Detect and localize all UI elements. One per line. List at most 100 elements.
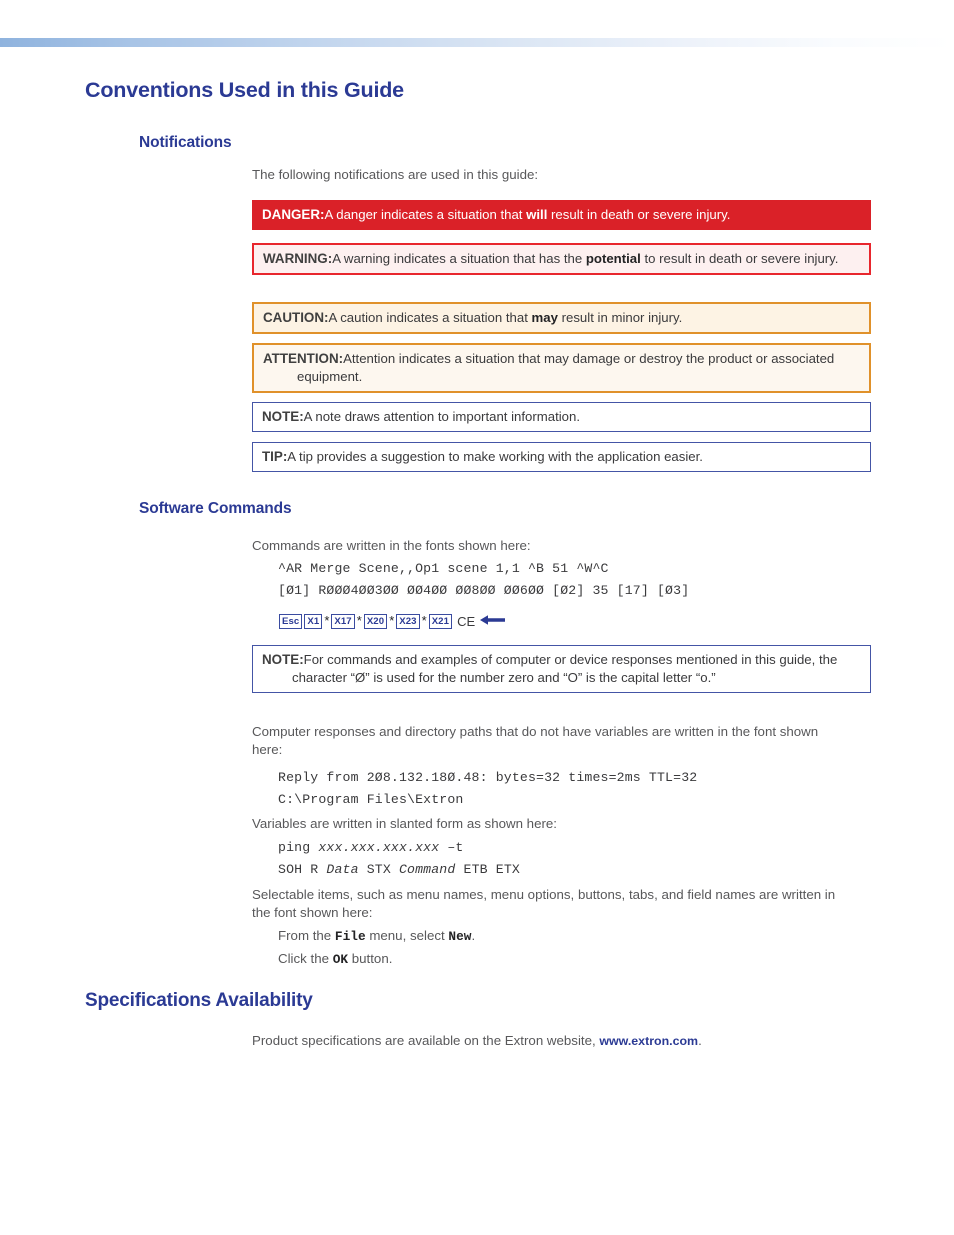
- keycap-x1: X1: [304, 614, 323, 629]
- selectable-items-intro: Selectable items, such as menu names, me…: [252, 886, 856, 921]
- specifications-body-line: Product specifications are available on …: [252, 1032, 702, 1051]
- keycap-x23: X23: [396, 614, 420, 629]
- command-example-1: ^AR Merge Scene,,Op1 scene 1,1 ^B 51 ^W^…: [278, 559, 609, 579]
- variable-example-2-b: STX: [358, 862, 399, 877]
- notice-tip-label: TIP:: [262, 449, 288, 464]
- response-example-1: Reply from 2Ø8.132.18Ø.48: bytes=32 time…: [278, 768, 697, 788]
- variable-example-1-pre: ping: [278, 840, 319, 855]
- command-example-2-text: [Ø1] RØØØ4ØØ3ØØ ØØ4ØØ ØØ8ØØ ØØ6ØØ [Ø2] 3…: [278, 583, 690, 598]
- notice-note-commands-line: NOTE:For commands and examples of comput…: [262, 651, 861, 687]
- notice-tip-text: A tip provides a suggestion to make work…: [287, 449, 703, 464]
- selectable-example-1-item: New: [448, 929, 472, 944]
- selectable-example-2: Click the OK button.: [278, 950, 392, 969]
- notice-caution-text-before: A caution indicates a situation that: [328, 310, 532, 325]
- notifications-intro: The following notifications are used in …: [252, 166, 538, 184]
- extron-website-link[interactable]: www.extron.com: [599, 1034, 698, 1048]
- selectable-items-intro-text: Selectable items, such as menu names, me…: [252, 887, 836, 920]
- separator-asterisk-4: *: [421, 613, 427, 628]
- notice-note-commands-box: NOTE:For commands and examples of comput…: [252, 645, 871, 693]
- notice-note: NOTE:A note draws attention to important…: [252, 402, 871, 432]
- notice-tip: TIP:A tip provides a suggestion to make …: [252, 442, 871, 472]
- selectable-example-2-line: Click the OK button.: [278, 950, 392, 969]
- notice-warning: WARNING:A warning indicates a situation …: [252, 243, 871, 275]
- notice-note-commands-label: NOTE:: [262, 652, 304, 667]
- keycap-sequence-row: Esc X1 * X17 * X20 * X23 * X21 CE: [278, 613, 506, 629]
- notice-tip-line: TIP:A tip provides a suggestion to make …: [262, 448, 861, 466]
- notice-warning-text-after: to result in death or severe injury.: [640, 251, 839, 266]
- selectable-example-2-a: Click the: [278, 951, 333, 966]
- notice-note-label: NOTE:: [262, 409, 304, 424]
- variable-example-2-c: ETB ETX: [455, 862, 520, 877]
- variable-example-2: SOH R Data STX Command ETB ETX: [278, 860, 520, 880]
- notice-danger-label: DANGER:: [262, 207, 325, 222]
- keycap-trailing-label: CE: [457, 614, 476, 629]
- variable-example-2-a: SOH R: [278, 862, 327, 877]
- response-example-1-text: Reply from 2Ø8.132.18Ø.48: bytes=32 time…: [278, 770, 698, 785]
- variable-example-1: ping xxx.xxx.xxx.xxx –t: [278, 838, 464, 858]
- notice-note-commands: NOTE:For commands and examples of comput…: [252, 645, 871, 693]
- software-commands-intro: Commands are written in the fonts shown …: [252, 537, 531, 555]
- notice-warning-emphasis: potential: [585, 251, 641, 266]
- selectable-example-1-menu: File: [334, 929, 366, 944]
- responses-intro: Computer responses and directory paths t…: [252, 723, 852, 758]
- notice-warning-text-before: A warning indicates a situation that has…: [332, 251, 586, 266]
- separator-asterisk-1: *: [324, 613, 330, 628]
- variable-example-1-post: –t: [439, 840, 464, 855]
- notice-danger-line: DANGER:A danger indicates a situation th…: [262, 206, 861, 224]
- response-example-2: C:\Program Files\Extron: [278, 790, 463, 810]
- notice-danger: DANGER:A danger indicates a situation th…: [252, 200, 871, 230]
- notice-caution-line: CAUTION:A caution indicates a situation …: [263, 309, 860, 327]
- notice-caution-box: CAUTION:A caution indicates a situation …: [252, 302, 871, 334]
- notice-attention-box: ATTENTION:Attention indicates a situatio…: [252, 343, 871, 393]
- selectable-example-1-b: menu, select: [365, 928, 449, 943]
- notice-warning-label: WARNING:: [263, 251, 333, 266]
- specifications-section-heading: Specifications Availability: [85, 990, 313, 1012]
- notice-caution-emphasis: may: [531, 310, 558, 325]
- keycap-sequence: Esc X1 * X17 * X20 * X23 * X21 CE: [278, 613, 506, 629]
- notice-attention: ATTENTION:Attention indicates a situatio…: [252, 343, 871, 393]
- selectable-example-1-a: From the: [278, 928, 335, 943]
- variable-example-1-line: ping xxx.xxx.xxx.xxx –t: [278, 838, 464, 858]
- notice-caution-label: CAUTION:: [263, 310, 329, 325]
- notice-note-text: A note draws attention to important info…: [303, 409, 581, 424]
- notice-danger-emphasis: will: [526, 207, 548, 222]
- separator-asterisk-3: *: [389, 613, 395, 628]
- selectable-example-2-b: button.: [348, 951, 393, 966]
- notice-caution: CAUTION:A caution indicates a situation …: [252, 302, 871, 334]
- notice-note-commands-text: For commands and examples of computer or…: [292, 652, 838, 685]
- responses-intro-text: Computer responses and directory paths t…: [252, 724, 819, 757]
- command-example-2: [Ø1] RØØØ4ØØ3ØØ ØØ4ØØ ØØ8ØØ ØØ6ØØ [Ø2] 3…: [278, 581, 689, 601]
- response-example-2-text: C:\Program Files\Extron: [278, 792, 464, 807]
- notice-caution-text-after: result in minor injury.: [557, 310, 683, 325]
- notice-attention-label: ATTENTION:: [263, 351, 344, 366]
- notice-tip-box: TIP:A tip provides a suggestion to make …: [252, 442, 871, 472]
- command-example-1-text: ^AR Merge Scene,,Op1 scene 1,1 ^B 51 ^W^…: [278, 561, 609, 576]
- selectable-example-1: From the File menu, select New.: [278, 927, 475, 946]
- variables-intro-text: Variables are written in slanted form as…: [252, 816, 557, 831]
- specifications-text-after: .: [698, 1033, 702, 1048]
- keycap-x17: X17: [331, 614, 355, 629]
- left-arrow-icon: [480, 614, 506, 629]
- selectable-example-1-c: .: [471, 928, 476, 943]
- notice-warning-box: WARNING:A warning indicates a situation …: [252, 243, 871, 275]
- notice-danger-box: DANGER:A danger indicates a situation th…: [252, 200, 871, 230]
- section-title-software-commands: Software Commands: [139, 500, 292, 517]
- notifications-intro-text: The following notifications are used in …: [252, 167, 539, 182]
- variable-example-2-var2: Command: [398, 862, 456, 877]
- variable-example-1-var: xxx.xxx.xxx.xxx: [318, 840, 440, 855]
- notice-attention-text: Attention indicates a situation that may…: [297, 351, 835, 384]
- notice-attention-line: ATTENTION:Attention indicates a situatio…: [263, 350, 860, 386]
- notice-danger-text-before: A danger indicates a situation that: [324, 207, 527, 222]
- section-title-specifications: Specifications Availability: [85, 990, 313, 1011]
- selectable-example-1-line: From the File menu, select New.: [278, 927, 475, 946]
- separator-asterisk-2: *: [356, 613, 362, 628]
- variable-example-2-var1: Data: [326, 862, 359, 877]
- header-gradient-rule: [0, 38, 954, 47]
- notice-warning-line: WARNING:A warning indicates a situation …: [263, 250, 860, 268]
- notice-danger-text-after: result in death or severe injury.: [547, 207, 731, 222]
- notice-note-line: NOTE:A note draws attention to important…: [262, 408, 861, 426]
- notifications-section-heading: Notifications: [139, 134, 232, 152]
- keycap-esc: Esc: [279, 614, 303, 629]
- variable-example-2-line: SOH R Data STX Command ETB ETX: [278, 860, 520, 880]
- notice-note-box: NOTE:A note draws attention to important…: [252, 402, 871, 432]
